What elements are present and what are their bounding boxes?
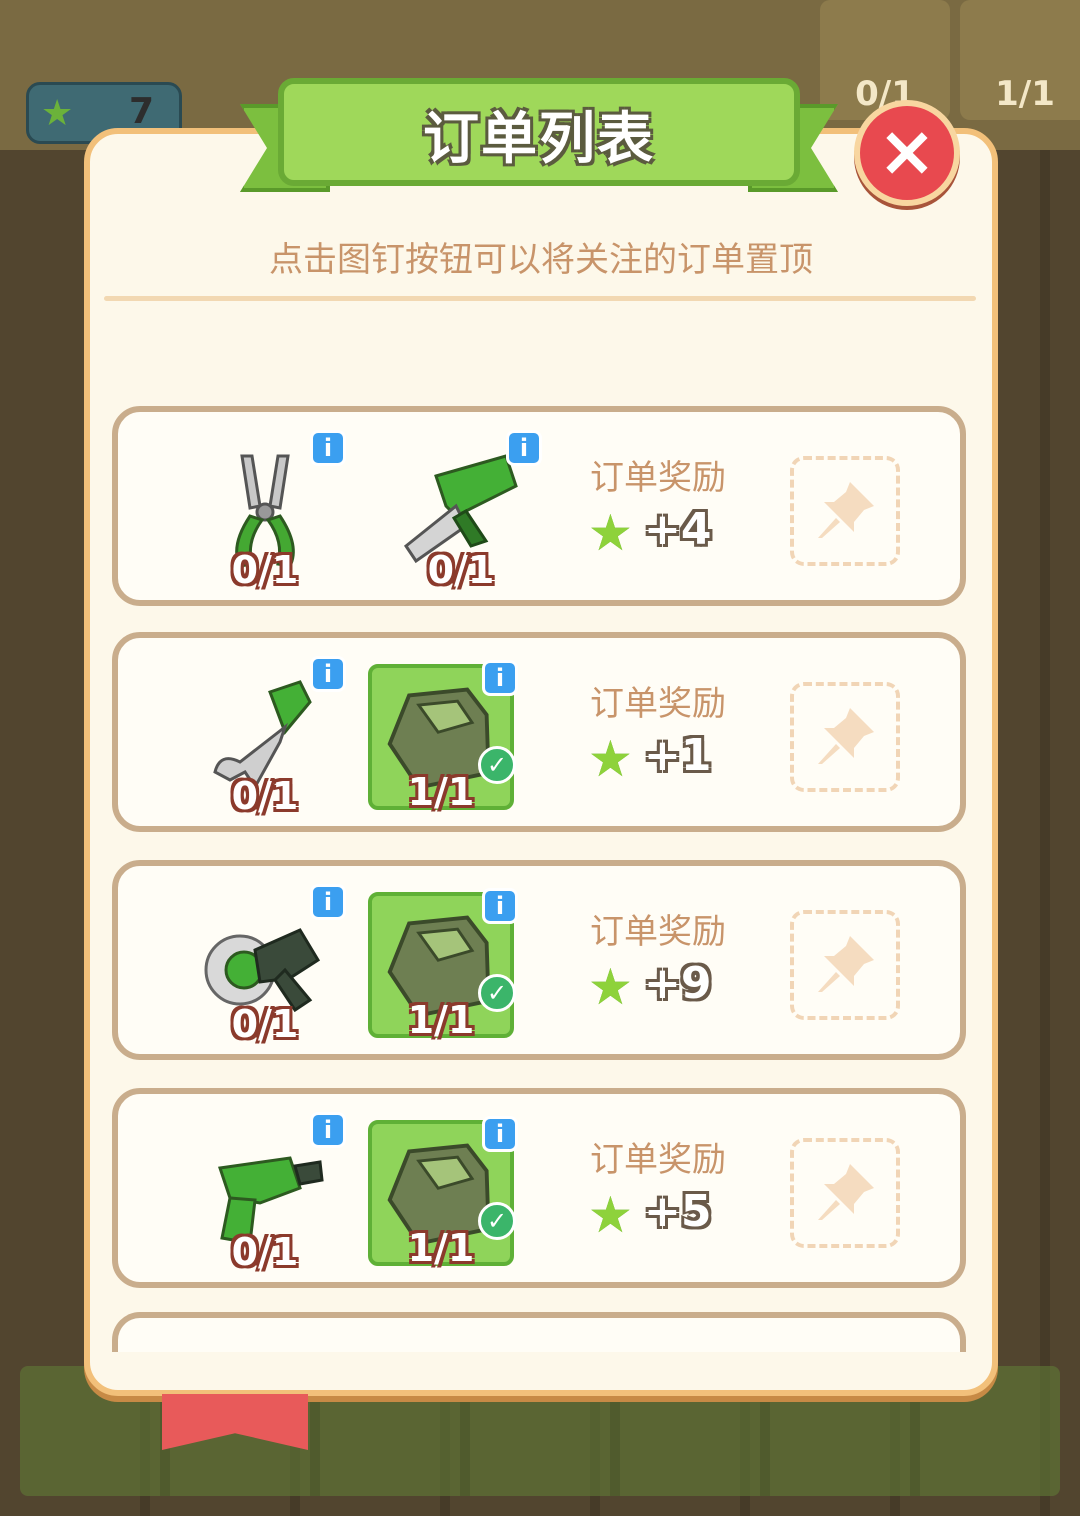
reward-label: 订单奖励 xyxy=(590,912,726,952)
order-item-slot[interactable]: i 0/1 xyxy=(192,1112,346,1274)
pin-button[interactable] xyxy=(790,456,900,566)
pin-icon xyxy=(818,482,874,538)
reward-amount: +4 xyxy=(644,504,712,555)
reward-amount: +1 xyxy=(644,730,712,781)
order-item-slot[interactable]: i ✓ 1/1 xyxy=(368,1116,518,1270)
divider xyxy=(104,296,976,301)
star-icon: ★ xyxy=(41,93,74,134)
item-count: 1/1 xyxy=(407,1226,475,1270)
info-icon[interactable]: i xyxy=(310,430,346,466)
info-icon[interactable]: i xyxy=(310,884,346,920)
close-icon: × xyxy=(877,110,937,192)
pin-icon xyxy=(818,708,874,764)
item-count: 0/1 xyxy=(231,1230,299,1274)
info-icon[interactable]: i xyxy=(482,1116,518,1152)
top-order-item: 0/1 xyxy=(820,0,950,120)
item-count: 1/1 xyxy=(407,770,475,814)
close-button[interactable]: × xyxy=(854,100,960,206)
star-icon: ★ xyxy=(588,504,633,562)
order-item-slot[interactable]: i 0/1 xyxy=(192,430,346,592)
star-icon: ★ xyxy=(588,958,633,1016)
pin-button[interactable] xyxy=(790,1138,900,1248)
item-count: 0/1 xyxy=(231,1002,299,1046)
order-card: i 0/1 i ✓ 1/1 订单奖励 ★ +9 xyxy=(112,860,966,1060)
reward-label: 订单奖励 xyxy=(590,684,726,724)
pin-button[interactable] xyxy=(790,682,900,792)
top-order-count: 1/1 xyxy=(995,74,1055,114)
reward-value: ★ +1 xyxy=(588,730,748,790)
star-icon: ★ xyxy=(588,730,633,788)
reward-value: ★ +4 xyxy=(588,504,748,564)
order-item-slot[interactable]: i ✓ 1/1 xyxy=(368,888,518,1042)
pin-icon xyxy=(818,1164,874,1220)
reward-amount: +9 xyxy=(644,958,712,1009)
title-ribbon: 订单列表 xyxy=(240,78,838,206)
dialog-title: 订单列表 xyxy=(423,107,655,172)
reward-value: ★ +9 xyxy=(588,958,748,1018)
info-icon[interactable]: i xyxy=(310,1112,346,1148)
top-order-item: 1/1 xyxy=(960,0,1080,120)
info-icon[interactable]: i xyxy=(506,430,542,466)
order-card-partial xyxy=(112,1312,966,1352)
order-item-slot[interactable]: i 0/1 xyxy=(192,884,346,1046)
info-icon[interactable]: i xyxy=(310,656,346,692)
pin-button[interactable] xyxy=(790,910,900,1020)
pin-icon xyxy=(818,936,874,992)
item-count: 0/1 xyxy=(231,548,299,592)
star-icon: ★ xyxy=(588,1186,633,1244)
item-count: 1/1 xyxy=(407,998,475,1042)
pin-hint-text: 点击图钉按钮可以将关注的订单置顶 xyxy=(269,240,813,280)
order-card: i 0/1 i ✓ 1/1 订单奖励 ★ +5 xyxy=(112,1088,966,1288)
info-icon[interactable]: i xyxy=(482,660,518,696)
reward-label: 订单奖励 xyxy=(590,458,726,498)
reward-value: ★ +5 xyxy=(588,1186,748,1246)
order-card: i 0/1 i ✓ 1/1 订单奖励 ★ +1 xyxy=(112,632,966,832)
reward-amount: +5 xyxy=(644,1186,712,1237)
order-item-slot[interactable]: i ✓ 1/1 xyxy=(368,660,518,814)
item-count: 0/1 xyxy=(427,548,495,592)
star-count: 7 xyxy=(129,91,155,132)
reward-label: 订单奖励 xyxy=(590,1140,726,1180)
order-card: i 0/1 i 0/1 订单奖励 ★ +4 xyxy=(112,406,966,606)
order-item-slot[interactable]: i 0/1 xyxy=(388,430,542,592)
info-icon[interactable]: i xyxy=(482,888,518,924)
item-count: 0/1 xyxy=(231,774,299,818)
order-item-slot[interactable]: i 0/1 xyxy=(192,656,346,818)
